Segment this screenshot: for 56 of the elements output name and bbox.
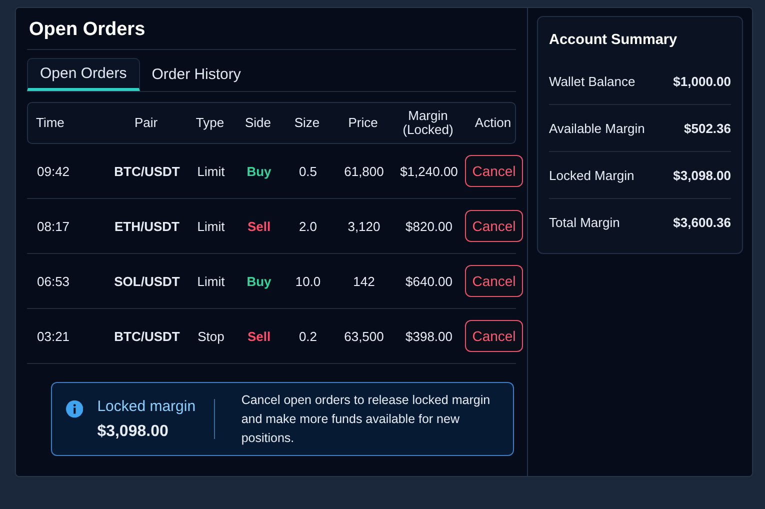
table-cell-text: 2.0 — [298, 218, 318, 234]
summary-value: $3,098.00 — [673, 168, 731, 182]
cancel-button[interactable]: Cancel — [465, 265, 523, 297]
tab[interactable]: Open Orders — [27, 58, 140, 91]
notice-label: Locked margin — [97, 398, 197, 414]
summary-label: Locked Margin — [549, 168, 634, 182]
table-cell-text: 09:42 — [37, 164, 71, 178]
info-icon — [66, 400, 84, 418]
cancel-button[interactable]: Cancel — [465, 210, 523, 242]
notice-amount: $3,098.00 — [97, 422, 170, 440]
column-header: Price — [347, 116, 379, 130]
panel-title: Open Orders — [27, 8, 516, 50]
table-cell-text: Limit — [196, 218, 226, 234]
tab[interactable]: Order History — [140, 58, 253, 91]
summary-value: $3,600.36 — [673, 214, 731, 230]
column-header: Pair — [133, 116, 159, 130]
table-cell-text: 63,500 — [343, 328, 385, 344]
table-cell-text: SOL/USDT — [113, 274, 181, 288]
table-cell-text: 61,800 — [343, 164, 385, 178]
side-label: Sell — [246, 328, 272, 344]
table-cell-text: 03:21 — [37, 328, 71, 344]
column-header: Type — [194, 116, 226, 130]
summary-label: Total Margin — [549, 214, 620, 230]
table-cell-text: 06:53 — [37, 274, 71, 288]
column-header: Action — [474, 116, 512, 130]
column-header: Time — [36, 116, 66, 130]
table-cell-text: BTC/USDT — [113, 328, 181, 344]
table-cell-text: Limit — [196, 164, 226, 178]
summary-label: Wallet Balance — [549, 74, 636, 88]
table-cell-text: $1,240.00 — [399, 164, 459, 178]
table-cell-text: ETH/USDT — [114, 218, 180, 234]
table-cell-text: Limit — [196, 274, 226, 288]
cancel-button[interactable]: Cancel — [465, 155, 523, 187]
table-cell-text: 08:17 — [37, 218, 71, 234]
side-label: Buy — [246, 164, 272, 178]
table-cell-text: 0.2 — [298, 328, 318, 344]
side-label: Sell — [246, 218, 272, 234]
column-header: Side — [244, 116, 272, 130]
column-header: Margin (Locked) — [402, 109, 454, 137]
table-cell-text: 10.0 — [294, 274, 322, 288]
summary-title: Account Summary — [549, 31, 678, 50]
table-cell-text: $820.00 — [404, 218, 454, 234]
table-cell-text: $640.00 — [404, 274, 454, 288]
table-cell-text: 3,120 — [346, 218, 382, 234]
cancel-button[interactable]: Cancel — [465, 320, 523, 352]
side-label: Buy — [246, 274, 272, 288]
table-cell-text: 0.5 — [298, 164, 318, 178]
summary-value: $502.36 — [684, 120, 731, 136]
notice-message: Cancel open orders to release locked margin and make more funds available for new positions. — [241, 392, 492, 447]
summary-value: $1,000.00 — [673, 74, 731, 88]
table-cell-text: 142 — [352, 274, 376, 288]
column-header: Size — [293, 116, 321, 130]
table-cell-text: BTC/USDT — [113, 164, 181, 178]
table-cell-text: Stop — [196, 328, 226, 344]
summary-label: Available Margin — [549, 120, 645, 136]
table-cell-text: $398.00 — [404, 328, 454, 344]
